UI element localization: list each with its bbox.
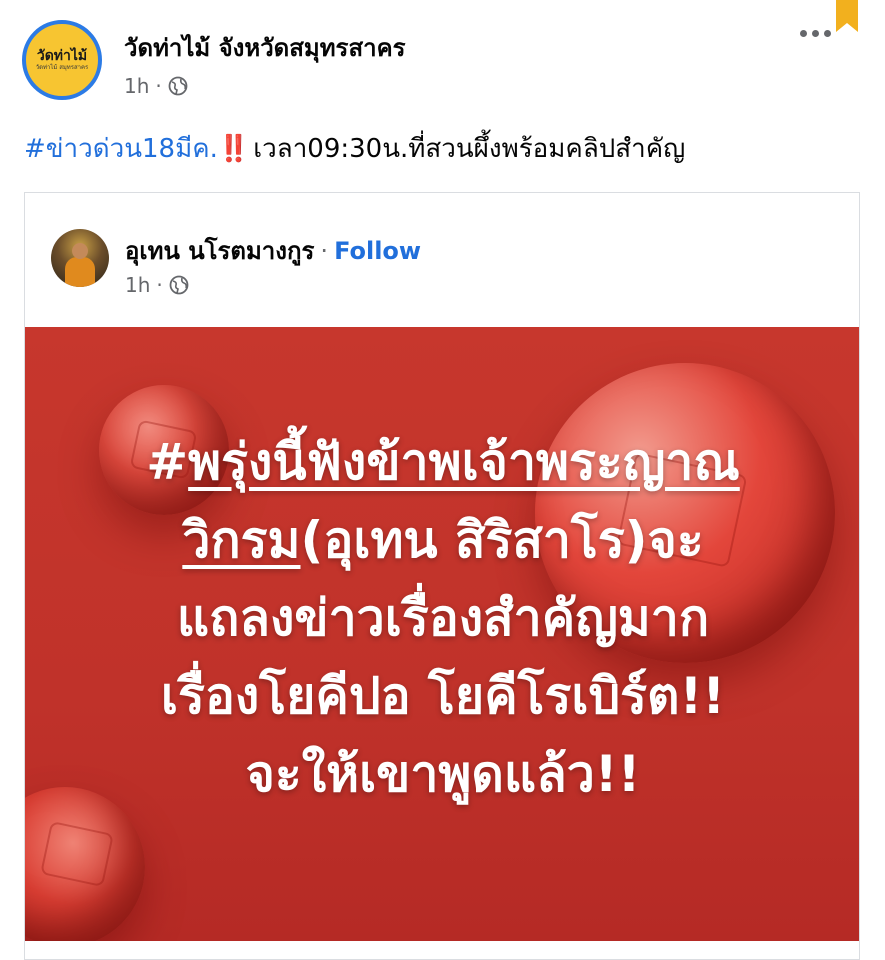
image-text-line-4: เรื่องโยคีปอ โยคีโรเบิร์ต!!	[160, 667, 726, 725]
globe-icon	[168, 76, 188, 96]
shared-post-time[interactable]: 1h	[125, 273, 150, 297]
post-image[interactable]: #พรุ่งนี้ฟังข้าพเจ้าพระญาณ วิกรม(อุเทน ส…	[25, 327, 859, 941]
meta-separator: ·	[155, 74, 162, 98]
caption-hashtag[interactable]: #ข่าวด่วน18มีค.	[24, 134, 218, 164]
image-underlined-1: พรุ่งนี้ฟังข้าพเจ้าพระญาณ	[188, 433, 740, 491]
image-hashtag: #	[146, 433, 189, 491]
page-avatar[interactable]: วัดท่าไม้ วัดท่าไม้ สมุทรสาคร	[22, 20, 102, 100]
image-text-line-1: #พรุ่งนี้ฟังข้าพเจ้าพระญาณ	[25, 423, 859, 501]
post-meta: 1h ·	[124, 74, 188, 98]
image-announcement-text: #พรุ่งนี้ฟังข้าพเจ้าพระญาณ วิกรม(อุเทน ส…	[25, 423, 859, 813]
image-line-2-rest: (อุเทน สิริสาโร)จะ	[300, 511, 704, 569]
image-text-line-5: จะให้เขาพูดแล้ว!!	[245, 745, 641, 803]
name-separator: ·	[320, 236, 329, 265]
avatar-logo-text: วัดท่าไม้	[36, 48, 88, 64]
alert-emoji-icon: ‼️	[217, 134, 250, 164]
caption-text: เวลา09:30น.ที่สวนผึ้งพร้อมคลิปสำคัญ	[253, 134, 686, 164]
more-options-icon[interactable]	[796, 26, 835, 41]
shared-author-avatar[interactable]	[51, 229, 109, 287]
shared-meta-separator: ·	[156, 273, 163, 297]
shared-author-name[interactable]: อุเทน นโรตมางกูร	[125, 231, 314, 270]
avatar-logo-subtext: วัดท่าไม้ สมุทรสาคร	[35, 64, 89, 71]
follow-button[interactable]: Follow	[334, 237, 421, 265]
bookmark-icon[interactable]	[836, 0, 858, 32]
post-caption: #ข่าวด่วน18มีค.‼️ เวลา09:30น.ที่สวนผึ้งพร…	[24, 128, 685, 169]
shared-post-meta: 1h ·	[125, 273, 189, 297]
globe-icon	[169, 275, 189, 295]
post-time[interactable]: 1h	[124, 74, 149, 98]
shared-author-row: อุเทน นโรตมางกูร · Follow	[125, 231, 421, 270]
image-underlined-2: วิกรม	[182, 511, 301, 569]
image-text-line-2: วิกรม(อุเทน สิริสาโร)จะ	[25, 501, 859, 579]
page-name[interactable]: วัดท่าไม้ จังหวัดสมุทรสาคร	[124, 28, 406, 67]
shared-post-card[interactable]: อุเทน นโรตมางกูร · Follow 1h · #พรุ่งนี้…	[24, 192, 860, 960]
image-text-line-3: แถลงข่าวเรื่องสำคัญมาก	[176, 589, 710, 647]
